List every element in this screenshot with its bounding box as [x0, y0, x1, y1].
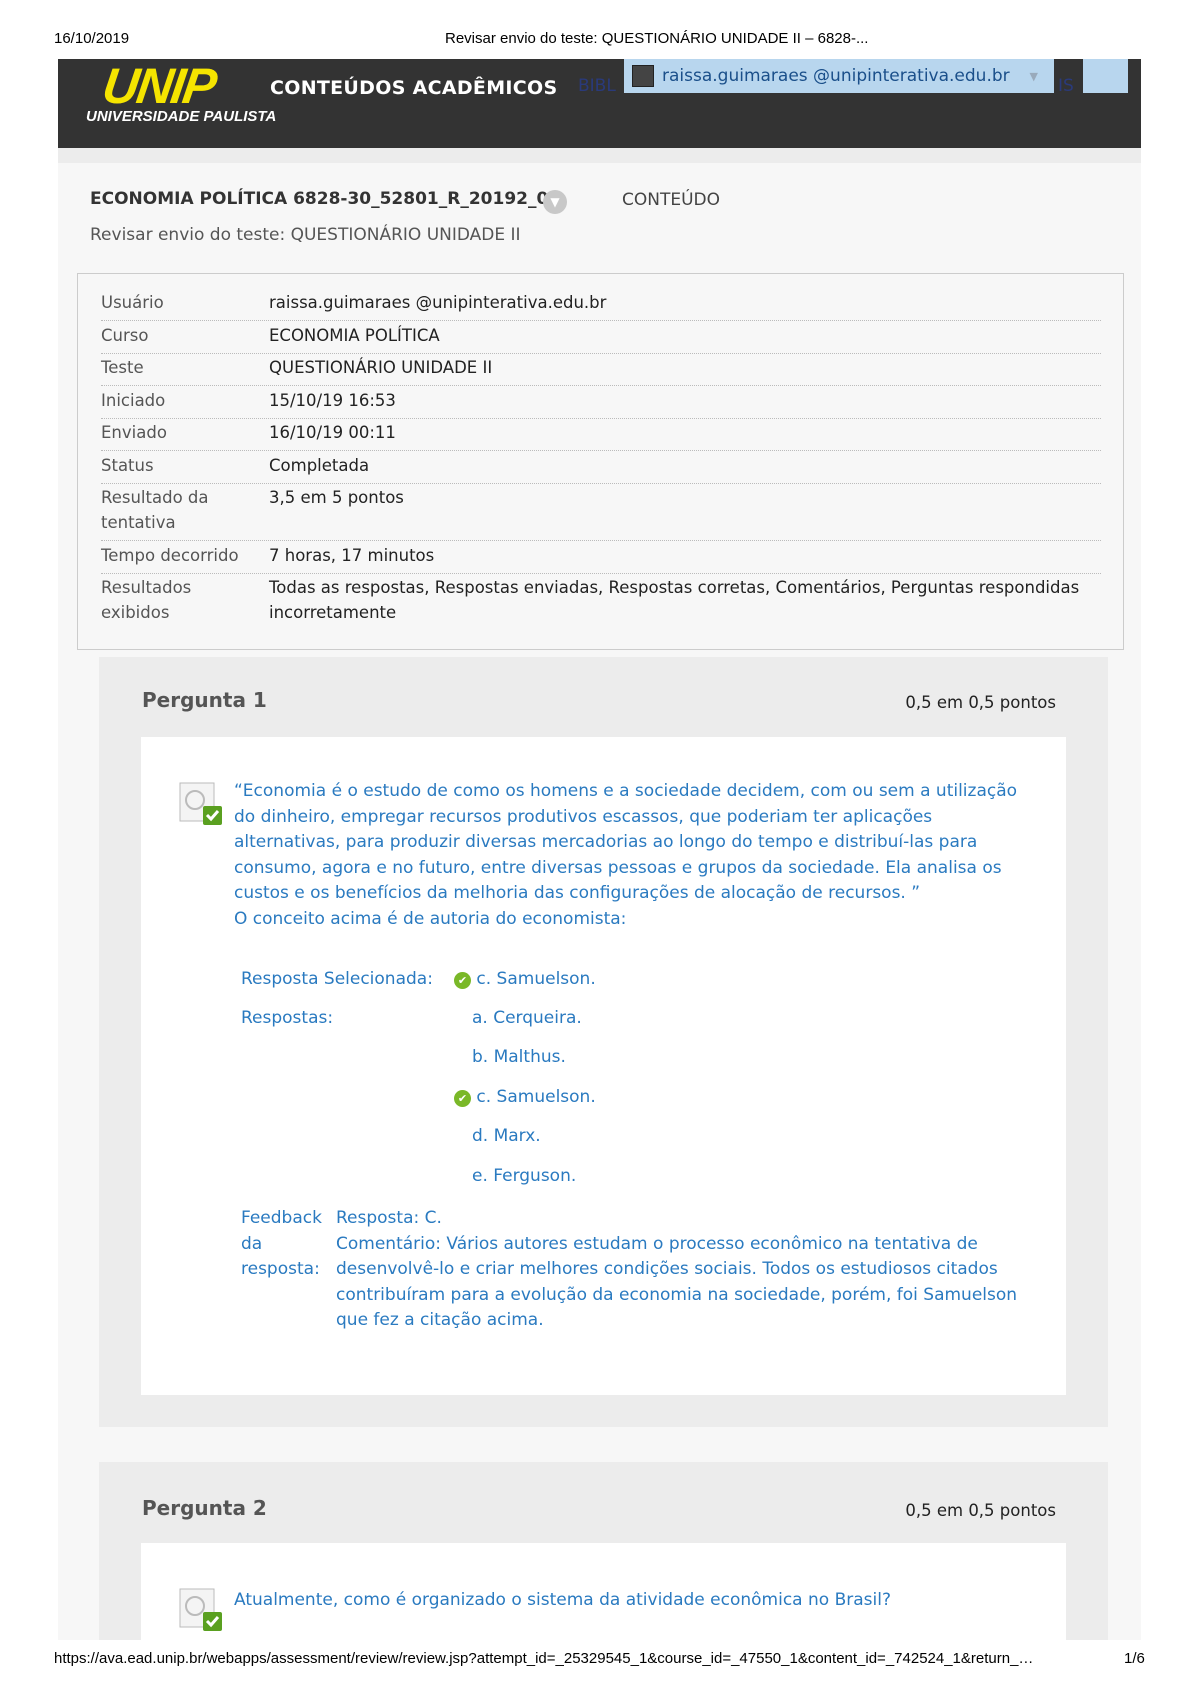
question-text: Atualmente, como é organizado o sistema … [234, 1590, 891, 1610]
breadcrumb-section[interactable]: CONTEÚDO [622, 190, 720, 210]
nav-link-partial[interactable]: IS [1058, 76, 1074, 96]
answer-option: d. Marx. [472, 1126, 541, 1146]
print-date: 16/10/2019 [54, 30, 130, 47]
answer-option: a. Cerqueira. [472, 1008, 582, 1028]
unip-logo[interactable]: UNIP [99, 58, 218, 114]
selected-answer: ✔ c. Samuelson. [454, 969, 596, 989]
info-value: raissa.guimaraes @unipinterativa.edu.br [269, 293, 607, 312]
feedback-content: Resposta: C. Comentário: Vários autores … [336, 1206, 1036, 1334]
info-row: Teste QUESTIONÁRIO UNIDADE II [101, 355, 1101, 386]
info-label: Curso [101, 326, 149, 345]
info-value: 7 horas, 17 minutos [269, 546, 435, 565]
info-label: Tempo decorrido [101, 546, 239, 565]
print-title: Revisar envio do teste: QUESTIONÁRIO UNI… [445, 30, 869, 47]
answers-label: Respostas: [241, 1008, 334, 1028]
check-icon: ✔ [454, 1090, 471, 1107]
selected-answer-text: c. Samuelson. [476, 969, 596, 989]
info-value: 16/10/19 00:11 [269, 423, 396, 442]
attempt-summary: Usuário raissa.guimaraes @unipinterativa.… [77, 273, 1124, 650]
user-name: raissa.guimaraes @unipinterativa.edu.br [662, 66, 1010, 86]
answer-option: e. Ferguson. [472, 1166, 577, 1186]
chevron-down-icon[interactable]: ▼ [543, 190, 567, 214]
page-title: Revisar envio do teste: QUESTIONÁRIO UNI… [90, 225, 521, 245]
info-value: QUESTIONÁRIO UNIDADE II [269, 358, 493, 377]
info-label: Resultados exibidos [101, 578, 192, 622]
print-footer [0, 1640, 1200, 1698]
user-menu[interactable]: raissa.guimaraes @unipinterativa.edu.br … [624, 59, 1054, 93]
feedback-answer: Resposta: C. [336, 1208, 442, 1228]
info-row: Iniciado 15/10/19 16:53 [101, 388, 1101, 419]
chevron-down-icon: ▼ [1029, 69, 1038, 83]
info-row: Enviado 16/10/19 00:11 [101, 420, 1101, 451]
course-title[interactable]: ECONOMIA POLÍTICA 6828-30_52801_R_20192_… [90, 189, 560, 209]
correct-question-icon [179, 782, 222, 825]
info-row: Resultado da tentativa 3,5 em 5 pontos [101, 485, 1101, 541]
page-number: 1/6 [1124, 1650, 1145, 1667]
info-label: Teste [101, 358, 144, 377]
info-row: Usuário raissa.guimaraes @unipinterativa.… [101, 290, 1101, 321]
feedback-comment: Comentário: Vários autores estudam o pro… [336, 1233, 1018, 1331]
info-value: Todas as respostas, Respostas enviadas, … [269, 578, 1080, 622]
question-title: Pergunta 2 [142, 1496, 267, 1520]
answer-option-text: c. Samuelson. [476, 1087, 596, 1107]
answer-option: b. Malthus. [472, 1047, 566, 1067]
info-value: 3,5 em 5 pontos [269, 488, 404, 507]
info-label: Iniciado [101, 391, 166, 410]
avatar-icon [632, 65, 654, 87]
info-row: Status Completada [101, 453, 1101, 484]
question-points: 0,5 em 0,5 pontos [905, 693, 1056, 712]
brand-title[interactable]: CONTEÚDOS ACADÊMICOS [270, 77, 557, 99]
info-label: Resultado da tentativa [101, 488, 209, 532]
logo-subtitle: UNIVERSIDADE PAULISTA [86, 108, 277, 125]
question-points: 0,5 em 0,5 pontos [905, 1501, 1056, 1520]
info-value: ECONOMIA POLÍTICA [269, 326, 440, 345]
user-menu-extra[interactable] [1083, 59, 1128, 93]
question-card: “Economia é o estudo de como os homens e… [141, 737, 1066, 1395]
info-row: Curso ECONOMIA POLÍTICA [101, 323, 1101, 354]
question-text: “Economia é o estudo de como os homens e… [234, 779, 1024, 932]
top-navigation-bar: UNIP UNIVERSIDADE PAULISTA CONTEÚDOS ACA… [58, 58, 1141, 148]
info-label: Usuário [101, 293, 164, 312]
feedback-label: Feedback da resposta: [241, 1208, 322, 1279]
info-value: 15/10/19 16:53 [269, 391, 396, 410]
question-panel: Pergunta 1 0,5 em 0,5 pontos “Economia é… [99, 657, 1108, 1427]
info-row: Tempo decorrido 7 horas, 17 minutos [101, 543, 1101, 574]
question-statement: “Economia é o estudo de como os homens e… [234, 781, 1018, 903]
nav-link-biblioteca[interactable]: BIBL [578, 76, 616, 96]
info-label: Enviado [101, 423, 167, 442]
correct-question-icon [179, 1588, 222, 1631]
info-value: Completada [269, 456, 370, 475]
info-label: Status [101, 456, 154, 475]
divider [58, 148, 1141, 163]
answer-option-correct: ✔ c. Samuelson. [454, 1087, 596, 1107]
selected-answer-label: Resposta Selecionada: [241, 969, 433, 989]
info-row: Resultados exibidos Todas as respostas, R… [101, 575, 1101, 630]
print-url: https://ava.ead.unip.br/webapps/assessme… [54, 1650, 1034, 1667]
question-prompt: O conceito acima é de autoria do economi… [234, 908, 627, 929]
question-title: Pergunta 1 [142, 688, 267, 712]
check-icon: ✔ [454, 972, 471, 989]
